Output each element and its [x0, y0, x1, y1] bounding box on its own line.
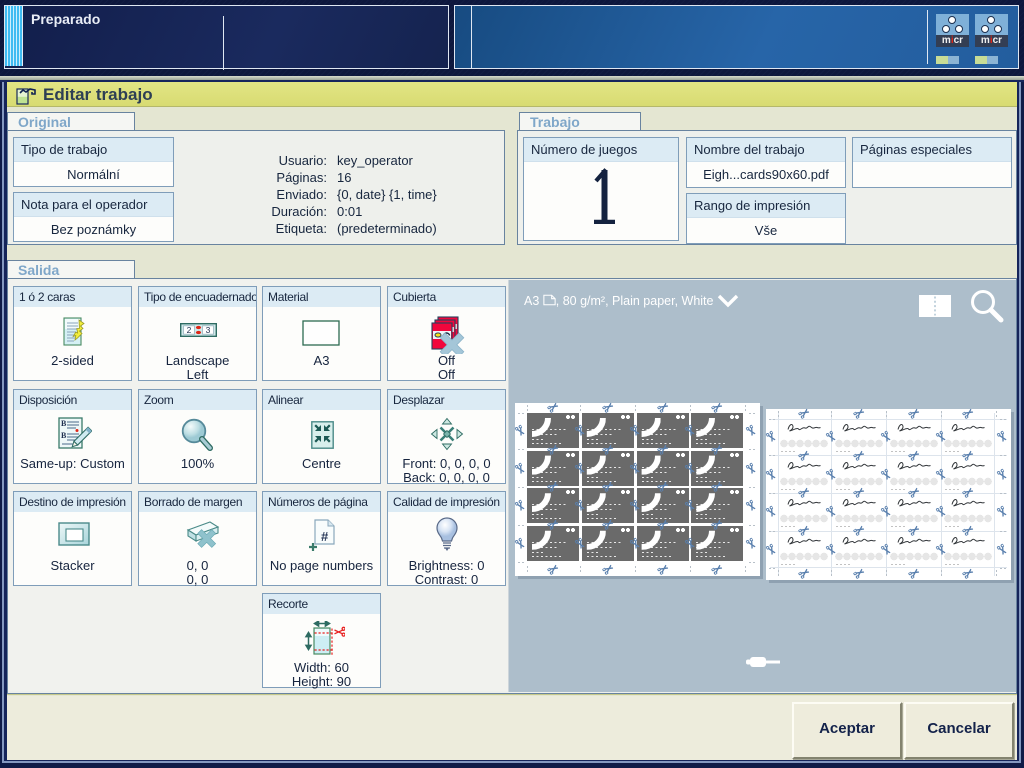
svg-text:B: B	[61, 431, 67, 440]
svg-text:B: B	[61, 419, 67, 428]
svg-text:#: #	[321, 529, 329, 544]
svg-text:3: 3	[206, 325, 211, 335]
svg-text:2: 2	[187, 325, 192, 335]
